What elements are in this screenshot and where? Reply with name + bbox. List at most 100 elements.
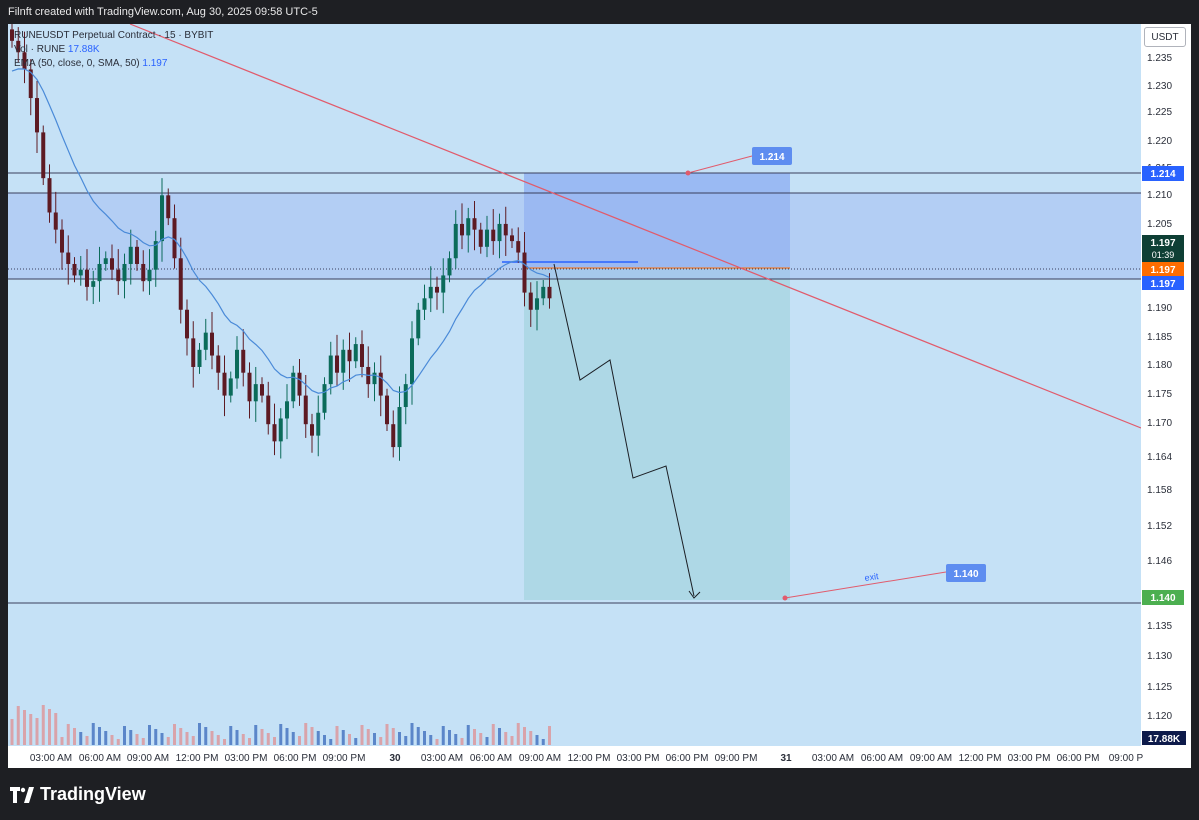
volume-bar	[454, 734, 458, 745]
volume-bar	[223, 739, 226, 745]
volume-bar	[448, 730, 451, 745]
range-band	[8, 193, 1141, 279]
candle-body	[360, 344, 364, 367]
legend-volume[interactable]: Vol · RUNE 17.88K	[14, 44, 100, 55]
volume-bar	[216, 735, 220, 745]
legend-ema-value: 1.197	[142, 58, 168, 69]
candle-body	[516, 241, 521, 253]
candle-body	[491, 229, 496, 242]
time-tick-label: 03:00 AM	[421, 753, 463, 764]
candle-body	[260, 384, 264, 396]
candle-body	[528, 292, 533, 310]
currency-selector[interactable]: USDT	[1144, 27, 1186, 47]
tag-orange: 1.197	[1150, 265, 1175, 276]
volume-bar	[398, 732, 401, 745]
candle-body	[141, 263, 146, 282]
legend-symbol[interactable]: RUNEUSDT Perpetual Contract · 15 · BYBIT	[14, 30, 213, 41]
legend-ema-label: EMA (50, close, 0, SMA, 50)	[14, 58, 140, 69]
time-tick-label: 12:00 PM	[176, 753, 219, 764]
volume-bar	[191, 736, 195, 745]
candle-body	[122, 263, 127, 282]
candle-body	[485, 229, 489, 247]
volume-bar	[441, 726, 445, 745]
volume-bars	[10, 705, 551, 745]
candle-body	[41, 132, 46, 179]
price-tick-label: 1.180	[1147, 360, 1172, 371]
volume-bar	[85, 736, 89, 745]
volume-bar	[379, 737, 383, 745]
footer-bar: TradingView	[0, 776, 1199, 820]
candle-body	[185, 309, 189, 339]
price-tick-label: 1.230	[1147, 81, 1172, 92]
volume-bar	[529, 731, 533, 745]
volume-bar	[479, 733, 483, 745]
candle-body	[460, 223, 464, 236]
candle-body	[253, 384, 258, 402]
tag-exit: 1.140	[1150, 593, 1175, 604]
candle-body	[347, 349, 352, 362]
candle-body	[403, 384, 408, 408]
candle-body	[91, 281, 96, 287]
reward-zone[interactable]	[524, 269, 790, 600]
volume-bar	[348, 734, 351, 745]
time-tick-label: 09:00 AM	[910, 753, 952, 764]
volume-bar	[154, 729, 158, 745]
candle-body	[235, 349, 239, 379]
candle-body	[372, 372, 377, 385]
candle-body	[216, 355, 221, 373]
volume-bar	[16, 706, 20, 745]
legend-symbol-text: RUNEUSDT Perpetual Contract · 15 · BYBIT	[14, 30, 214, 41]
tag-current: 1.197	[1150, 238, 1175, 249]
volume-bar	[173, 724, 176, 745]
candle-body	[247, 372, 252, 402]
volume-bar	[535, 735, 539, 745]
candle-body	[416, 309, 421, 339]
volume-bar	[204, 727, 208, 745]
candle-body	[110, 258, 114, 270]
time-tick-label: 06:00 PM	[274, 753, 317, 764]
candle-body	[335, 355, 339, 373]
candle-body	[147, 269, 152, 282]
candle-body	[435, 286, 439, 293]
candle-body	[285, 401, 289, 419]
candle-body	[453, 223, 458, 259]
tag-countdown: 01:39	[1152, 250, 1175, 260]
price-tick-label: 1.164	[1147, 452, 1172, 463]
time-tick-label: 06:00 AM	[79, 753, 121, 764]
candle-body	[135, 246, 139, 264]
tradingview-logo[interactable]: TradingView	[10, 784, 146, 805]
callout-dot-exit	[782, 595, 788, 601]
time-tick-label: 31	[780, 753, 792, 764]
candle-body	[316, 412, 321, 436]
candle-body	[166, 195, 171, 219]
price-tick-label: 1.190	[1147, 303, 1172, 314]
price-tick-label: 1.146	[1147, 556, 1172, 567]
price-tick-label: 1.185	[1147, 332, 1172, 343]
volume-bar	[73, 728, 76, 745]
candle-body	[85, 269, 89, 287]
callout-dot-top	[685, 170, 691, 176]
volume-bar	[523, 727, 526, 745]
candle-body	[322, 384, 327, 413]
volume-bar	[310, 727, 314, 745]
volume-bar	[91, 723, 95, 745]
volume-bar	[135, 734, 139, 745]
volume-bar	[185, 732, 189, 745]
price-tick-label: 1.235	[1147, 53, 1172, 64]
volume-bar	[385, 724, 389, 745]
chart-svg[interactable]: 1.214 exit 1.140 1.235 1.230 1.225 1.220 1.2…	[0, 0, 1199, 820]
legend-ema[interactable]: EMA (50, close, 0, SMA, 50) 1.197	[14, 58, 167, 69]
candle-body	[53, 212, 58, 230]
volume-bar	[335, 726, 339, 745]
candle-body	[103, 258, 108, 264]
volume-bar	[429, 735, 433, 745]
volume-bar	[129, 730, 133, 745]
volume-bar	[116, 739, 120, 745]
volume-bar	[548, 726, 551, 745]
volume-bar	[541, 739, 545, 745]
legend-vol-value: 17.88K	[67, 44, 100, 55]
callout-label-top: 1.214	[759, 152, 784, 163]
candle-body	[341, 349, 346, 373]
volume-bar	[29, 714, 33, 745]
candle-body	[391, 424, 396, 448]
